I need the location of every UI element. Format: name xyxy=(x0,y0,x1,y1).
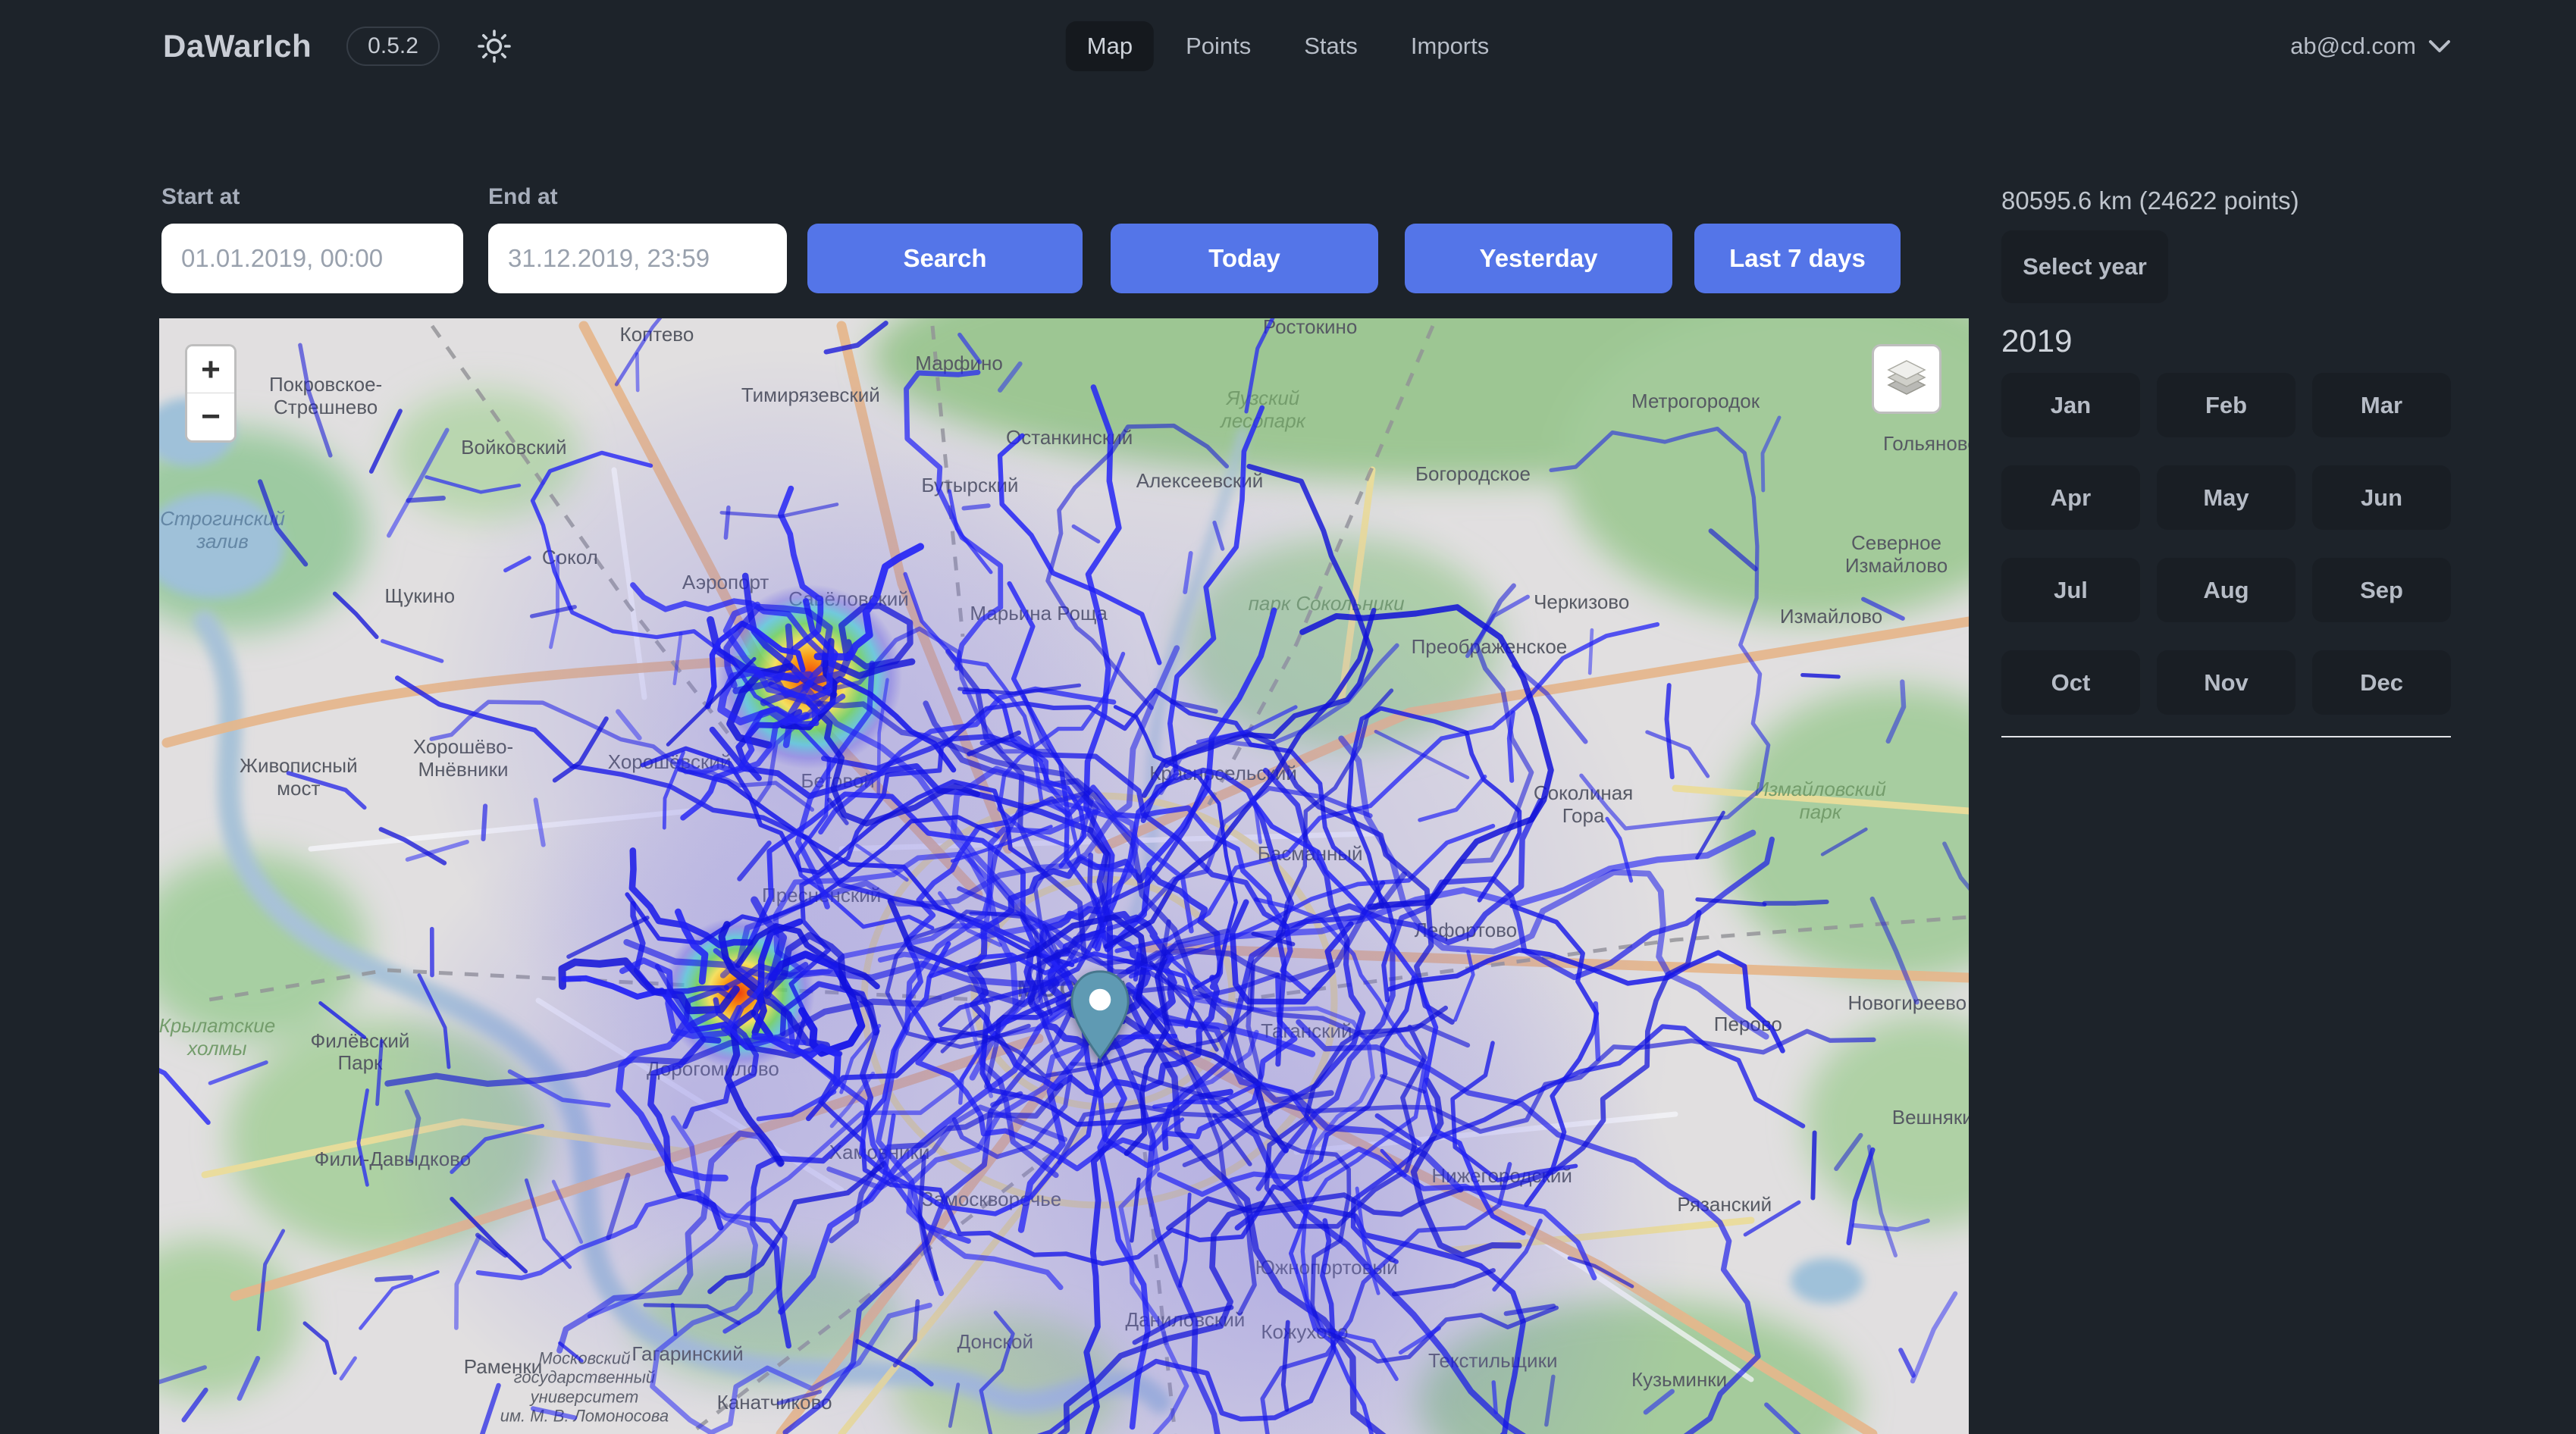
map-zoom-control: + − xyxy=(185,344,237,443)
distance-points-stat: 80595.6 km (24622 points) xyxy=(2001,186,2451,215)
month-button-apr[interactable]: Apr xyxy=(2001,465,2140,530)
version-badge: 0.5.2 xyxy=(346,27,440,66)
map-tracks-overlay xyxy=(159,318,1969,1434)
right-sidebar: 80595.6 km (24622 points) Select year 20… xyxy=(2001,186,2451,737)
month-button-jan[interactable]: Jan xyxy=(2001,373,2140,437)
user-email: ab@cd.com xyxy=(2290,33,2416,60)
map-pin-icon xyxy=(1067,969,1133,1060)
search-controls: Start at End at Search Today Yesterday L… xyxy=(161,184,1901,293)
tab-imports[interactable]: Imports xyxy=(1390,21,1510,71)
start-at-label: Start at xyxy=(161,184,463,210)
tab-stats[interactable]: Stats xyxy=(1283,21,1379,71)
select-year-button[interactable]: Select year xyxy=(2001,230,2168,303)
month-button-jun[interactable]: Jun xyxy=(2312,465,2451,530)
tab-points[interactable]: Points xyxy=(1164,21,1272,71)
current-position-marker[interactable] xyxy=(1067,969,1133,1064)
months-grid: Jan Feb Mar Apr May Jun Jul Aug Sep Oct … xyxy=(2001,373,2451,715)
month-button-nov[interactable]: Nov xyxy=(2157,650,2296,715)
start-at-input[interactable] xyxy=(161,224,463,293)
month-button-may[interactable]: May xyxy=(2157,465,2296,530)
app-logo: DaWarIch xyxy=(163,28,312,64)
theme-toggle-button[interactable] xyxy=(475,27,514,66)
map[interactable]: РостокиноКоптевоПокровское- СтрешневоМар… xyxy=(159,318,1969,1434)
navbar: DaWarIch 0.5.2 Map Points Stats Imports … xyxy=(0,0,2576,92)
layers-icon xyxy=(1884,356,1929,402)
end-at-field: End at xyxy=(488,184,787,293)
search-button[interactable]: Search xyxy=(807,224,1083,293)
end-at-label: End at xyxy=(488,184,787,210)
tab-map[interactable]: Map xyxy=(1066,21,1154,71)
year-label: 2019 xyxy=(2001,323,2451,359)
chevron-down-icon xyxy=(2428,39,2451,53)
navbar-left: DaWarIch 0.5.2 xyxy=(163,27,514,66)
nav-tabs: Map Points Stats Imports xyxy=(1066,21,1511,71)
yesterday-button[interactable]: Yesterday xyxy=(1405,224,1672,293)
end-at-input[interactable] xyxy=(488,224,787,293)
month-button-feb[interactable]: Feb xyxy=(2157,373,2296,437)
month-button-dec[interactable]: Dec xyxy=(2312,650,2451,715)
sidebar-divider xyxy=(2001,736,2451,737)
month-button-oct[interactable]: Oct xyxy=(2001,650,2140,715)
month-button-aug[interactable]: Aug xyxy=(2157,558,2296,622)
last-7-days-button[interactable]: Last 7 days xyxy=(1694,224,1901,293)
zoom-out-button[interactable]: − xyxy=(187,393,234,440)
sun-icon xyxy=(476,28,512,64)
today-button[interactable]: Today xyxy=(1111,224,1378,293)
zoom-in-button[interactable]: + xyxy=(187,346,234,393)
map-layers-control[interactable] xyxy=(1872,344,1941,414)
month-button-jul[interactable]: Jul xyxy=(2001,558,2140,622)
month-button-mar[interactable]: Mar xyxy=(2312,373,2451,437)
start-at-field: Start at xyxy=(161,184,463,293)
user-menu[interactable]: ab@cd.com xyxy=(2290,33,2451,60)
month-button-sep[interactable]: Sep xyxy=(2312,558,2451,622)
